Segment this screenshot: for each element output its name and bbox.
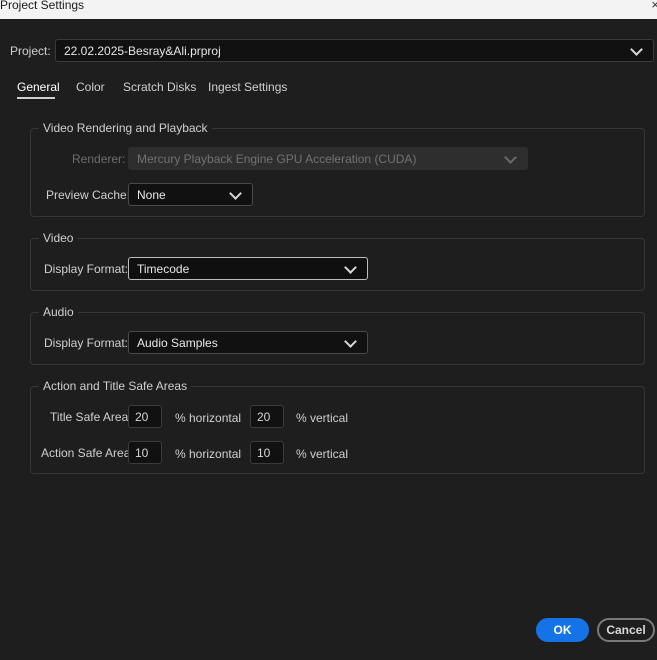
video-display-format-value: Timecode [137, 262, 190, 276]
preview-cache-dropdown[interactable]: None [128, 183, 253, 206]
audio-display-format-dropdown[interactable]: Audio Samples [128, 331, 368, 354]
chevron-down-icon [344, 335, 357, 348]
preview-cache-value: None [137, 188, 166, 202]
tab-ingest-settings[interactable]: Ingest Settings [208, 80, 287, 94]
action-safe-horizontal-input[interactable] [128, 441, 162, 464]
video-title: Video [39, 231, 78, 245]
action-safe-vertical-suffix: % vertical [296, 447, 349, 461]
safe-areas-title: Action and Title Safe Areas [39, 379, 192, 393]
project-dropdown[interactable]: 22.02.2025-Besray&Ali.prproj [55, 39, 654, 62]
title-bar: Project Settings × [0, 0, 657, 19]
chevron-down-icon [229, 187, 242, 200]
action-safe-horizontal-suffix: % horizontal [175, 447, 242, 461]
renderer-value: Mercury Playback Engine GPU Acceleration… [137, 152, 417, 166]
window-title: Project Settings [0, 0, 85, 12]
video-display-format-label: Display Format: [44, 262, 129, 276]
audio-display-format-value: Audio Samples [137, 336, 218, 350]
audio-title: Audio [39, 305, 78, 319]
title-safe-horizontal-suffix: % horizontal [175, 411, 242, 425]
project-label: Project: [10, 44, 51, 58]
video-display-format-dropdown[interactable]: Timecode [128, 257, 368, 280]
action-safe-vertical-input[interactable] [250, 441, 284, 464]
cancel-button[interactable]: Cancel [597, 618, 655, 642]
tab-general[interactable]: General [17, 80, 60, 94]
action-safe-label: Action Safe Area [41, 446, 131, 460]
project-value: 22.02.2025-Besray&Ali.prproj [64, 44, 221, 58]
renderer-dropdown[interactable]: Mercury Playback Engine GPU Acceleration… [128, 147, 528, 170]
chevron-down-icon [630, 43, 643, 56]
chevron-down-icon [344, 261, 357, 274]
title-safe-vertical-input[interactable] [250, 405, 284, 428]
preview-cache-label: Preview Cache: [46, 188, 131, 202]
close-icon[interactable]: × [651, 0, 657, 12]
title-safe-label: Title Safe Area [50, 410, 129, 424]
title-safe-horizontal-input[interactable] [128, 405, 162, 428]
video-rendering-title: Video Rendering and Playback [39, 121, 212, 135]
tab-scratch-disks[interactable]: Scratch Disks [123, 80, 196, 94]
chevron-down-icon [504, 151, 517, 164]
active-tab-indicator [17, 97, 55, 99]
renderer-label: Renderer: [72, 152, 126, 166]
ok-button[interactable]: OK [536, 618, 589, 642]
title-safe-vertical-suffix: % vertical [296, 411, 349, 425]
video-rendering-group: Video Rendering and Playback [30, 121, 645, 217]
tab-color[interactable]: Color [76, 80, 105, 94]
audio-display-format-label: Display Format: [44, 336, 129, 350]
